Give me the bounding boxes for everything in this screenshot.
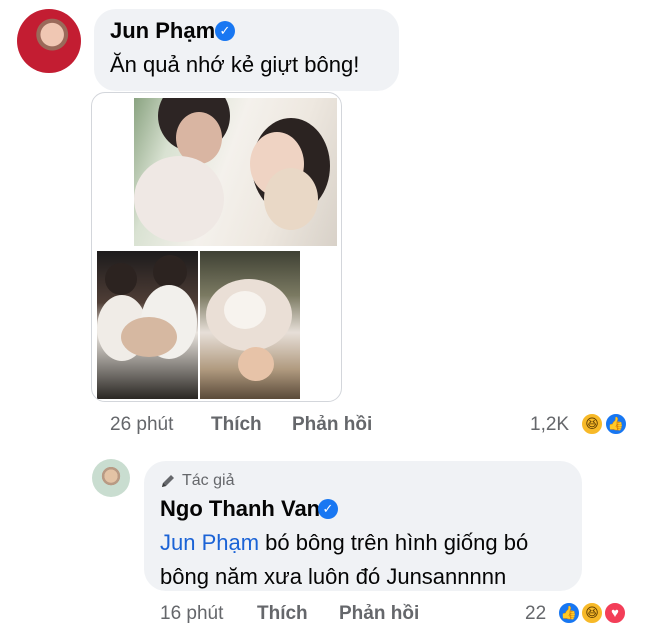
comment-timestamp[interactable]: 26 phút — [110, 414, 173, 436]
reply-button[interactable]: Phản hồi — [292, 414, 372, 436]
photo-couple-kiss[interactable] — [134, 98, 337, 246]
avatar-jun-pham[interactable] — [17, 9, 81, 73]
reply-text: bó bông trên hình giống bó — [259, 530, 529, 555]
attached-photos[interactable] — [91, 92, 342, 402]
haha-icon[interactable]: 😆 — [580, 412, 604, 436]
author-badge: Tác giả — [160, 472, 234, 490]
photo-groom[interactable] — [97, 251, 198, 399]
reply-text-line1: Jun Phạm bó bông trên hình giống bó — [160, 526, 528, 560]
reply-reaction-count[interactable]: 22 — [525, 603, 546, 625]
comment-author-name[interactable]: Jun Phạm — [110, 18, 215, 44]
verified-icon: ✓ — [318, 499, 338, 519]
reply-like-button[interactable]: Thích — [257, 603, 308, 625]
reaction-count[interactable]: 1,2K — [530, 414, 569, 436]
like-button[interactable]: Thích — [211, 414, 262, 436]
like-icon[interactable]: 👍 — [557, 601, 581, 625]
reply-author-name[interactable]: Ngo Thanh Van — [160, 496, 320, 522]
photo-bouquet[interactable] — [200, 251, 300, 399]
reply-reply-button[interactable]: Phản hồi — [339, 603, 419, 625]
love-icon[interactable]: ♥ — [603, 601, 627, 625]
comment-text: Ăn quả nhớ kẻ giựt bông! — [110, 52, 360, 77]
reply-timestamp[interactable]: 16 phút — [160, 603, 223, 625]
verified-icon: ✓ — [215, 21, 235, 41]
author-badge-label: Tác giả — [182, 472, 235, 489]
haha-icon[interactable]: 😆 — [580, 601, 604, 625]
reply-text-line2: bông năm xưa luôn đó Junsannnnn — [160, 564, 507, 589]
pencil-icon — [162, 475, 174, 487]
mention-jun-pham[interactable]: Jun Phạm — [160, 530, 259, 555]
avatar-ngo-thanh-van[interactable] — [92, 459, 130, 497]
like-icon[interactable]: 👍 — [604, 412, 628, 436]
